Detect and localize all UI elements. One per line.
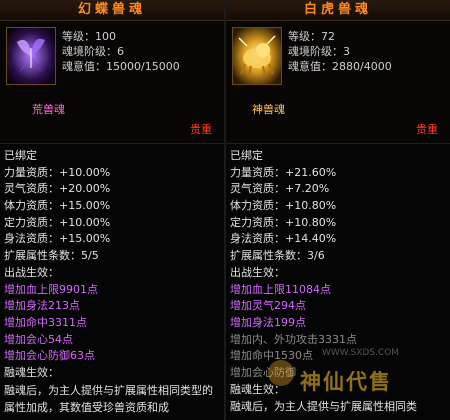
right-stats: 等级：72 魂境阶级：3 魂意值：2880/4000 [288, 29, 392, 74]
left-soul-title: 幻蝶兽魂 [0, 0, 224, 21]
right-effect-hp: 增加血上限11084点 [230, 282, 331, 296]
right-soul-value: 魂意值：2880/4000 [288, 60, 392, 73]
left-level: 等级：100 [62, 30, 116, 43]
right-attr-spirit: 灵气资质：+7.20% [230, 182, 330, 196]
left-effect-crit-def: 增加会心防御63点 [4, 349, 95, 363]
right-fuse-desc: 融魂后，为主人提供与扩展属性相同类 [230, 400, 417, 414]
left-details: 已绑定 力量资质：+10.00% 灵气资质：+20.00% 体力资质：+15.0… [0, 144, 224, 416]
left-attr-agility: 身法资质：+15.00% [4, 232, 111, 246]
left-attr-focus: 定力资质：+10.00% [4, 215, 111, 229]
left-ext-count: 扩展属性条数：5/5 [4, 249, 99, 263]
right-attr-agility: 身法资质：+14.40% [230, 232, 337, 246]
right-bound-status: 已绑定 [230, 149, 263, 162]
right-effect-attack: 增加内、外功攻击3331点 [230, 332, 357, 346]
right-soul-stage: 魂境阶级：3 [288, 45, 350, 58]
left-effect-crit: 增加会心54点 [4, 332, 73, 346]
left-fuse-title: 融魂生效： [4, 365, 59, 379]
watermark-seal-icon [268, 360, 294, 386]
right-rarity: 贵重 [416, 123, 438, 136]
soul-compare-window: 幻蝶兽魂 等级：100 魂境阶级：6 魂意值：15000/15000 荒兽魂 贵… [0, 0, 450, 420]
right-battle-title: 出战生效： [230, 265, 285, 279]
right-soul-summary: 等级：72 魂境阶级：3 魂意值：2880/4000 神兽魂 贵重 [226, 21, 450, 144]
left-bound-status: 已绑定 [4, 149, 37, 162]
left-effect-hit: 增加命中3311点 [4, 315, 87, 329]
left-attr-stamina: 体力资质：+15.00% [4, 199, 111, 213]
left-soul-panel: 幻蝶兽魂 等级：100 魂境阶级：6 魂意值：15000/15000 荒兽魂 贵… [0, 0, 224, 420]
right-soul-type: 神兽魂 [252, 103, 285, 116]
left-rarity: 贵重 [190, 123, 212, 136]
left-soul-stage: 魂境阶级：6 [62, 45, 124, 58]
tiger-soul-icon[interactable] [232, 27, 282, 85]
left-soul-summary: 等级：100 魂境阶级：6 魂意值：15000/15000 荒兽魂 贵重 [0, 21, 224, 144]
left-soul-type: 荒兽魂 [32, 103, 65, 116]
butterfly-soul-icon[interactable] [6, 27, 56, 85]
watermark-url: WWW.SXDS.COM [322, 348, 400, 358]
watermark-logo: 神仙代售 [300, 369, 392, 394]
left-stats: 等级：100 魂境阶级：6 魂意值：15000/15000 [62, 29, 180, 74]
left-effect-hp: 增加血上限9901点 [4, 282, 98, 296]
right-effect-agility: 增加身法199点 [230, 315, 306, 329]
right-ext-count: 扩展属性条数：3/6 [230, 249, 325, 263]
left-attr-spirit: 灵气资质：+20.00% [4, 182, 111, 196]
left-attr-strength: 力量资质：+10.00% [4, 165, 111, 179]
left-effect-agility: 增加身法213点 [4, 299, 80, 313]
right-attr-stamina: 体力资质：+10.80% [230, 199, 337, 213]
left-soul-value: 魂意值：15000/15000 [62, 60, 180, 73]
left-battle-title: 出战生效： [4, 265, 59, 279]
right-level: 等级：72 [288, 30, 335, 43]
left-fuse-desc: 融魂后，为主人提供与扩展属性相同类型的属性加成，其数值受珍兽资质和成 [4, 383, 213, 414]
right-attr-strength: 力量资质：+21.60% [230, 165, 337, 179]
right-effect-spirit: 增加灵气294点 [230, 299, 306, 313]
right-attr-focus: 定力资质：+10.80% [230, 215, 337, 229]
right-soul-title: 白虎兽魂 [226, 0, 450, 21]
